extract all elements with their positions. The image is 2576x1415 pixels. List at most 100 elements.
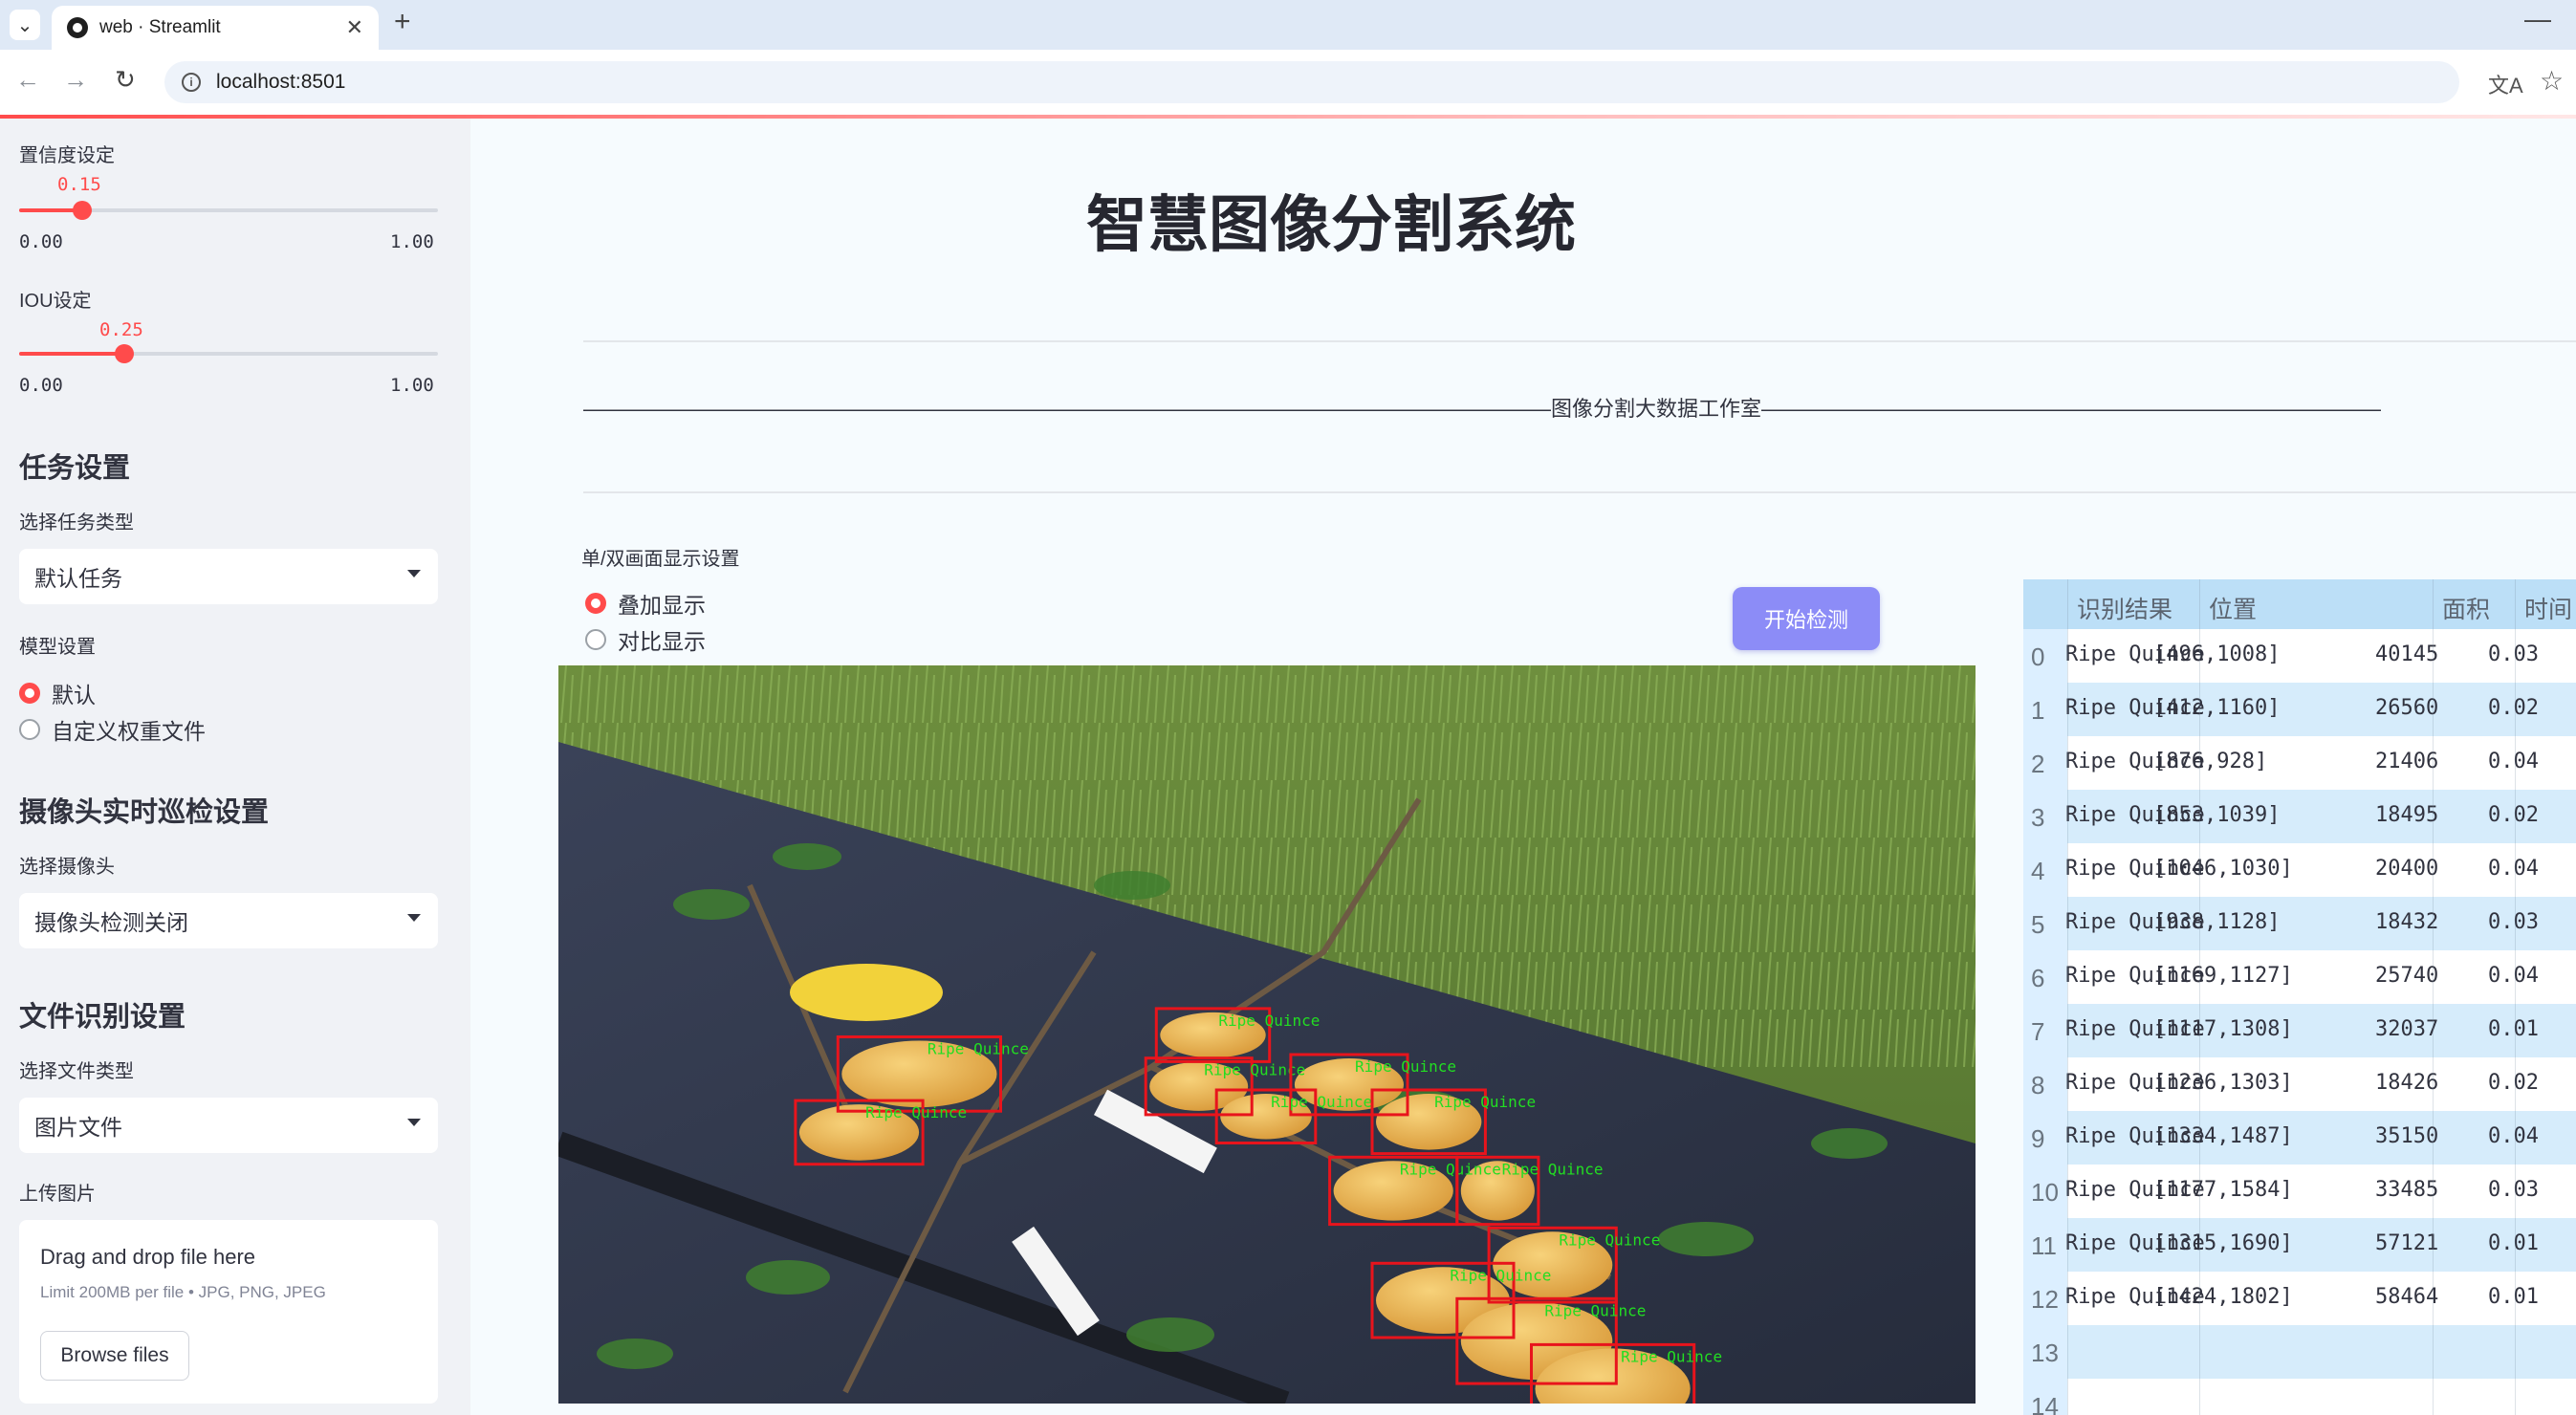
studio-banner: ————————————————————————————————————————… [583, 397, 2381, 421]
detection-label: Ripe Quince [1355, 1057, 1456, 1076]
table-row[interactable]: 4 Ripe Quince [1046,1030] 20400 0.04 [2023, 843, 2576, 897]
radio-selected-icon[interactable] [19, 683, 40, 704]
cell-time: 0.01 [2488, 1017, 2539, 1041]
new-tab-icon[interactable]: + [394, 6, 411, 38]
row-index: 12 [2023, 1272, 2067, 1325]
camera-select[interactable]: 摄像头检测关闭 [19, 893, 438, 948]
row-index: 11 [2023, 1218, 2067, 1272]
cell-area: 57121 [2375, 1231, 2439, 1255]
table-row[interactable]: 5 Ripe Quince [938,1128] 18432 0.03 [2023, 897, 2576, 950]
model-option-label: 默认 [52, 683, 96, 708]
detection-label: Ripe Quince [1502, 1160, 1604, 1178]
task-type-value: 默认任务 [34, 566, 122, 591]
window-minimize-icon[interactable]: — [2524, 4, 2551, 34]
table-row[interactable]: 9 Ripe Quince [1334,1487] 35150 0.04 [2023, 1111, 2576, 1165]
cell-area: 32037 [2375, 1017, 2439, 1041]
table-row[interactable]: 3 Ripe Quince [853,1039] 18495 0.02 [2023, 790, 2576, 843]
browser-tab[interactable]: web · Streamlit ✕ [52, 6, 379, 50]
tab-search-dropdown-icon[interactable]: ⌄ [10, 10, 40, 40]
confidence-slider-thumb[interactable] [73, 201, 92, 220]
confidence-min: 0.00 [19, 231, 63, 252]
cell-position: [496,1008] [2153, 642, 2281, 666]
cell-position: [853,1039] [2153, 803, 2281, 827]
start-detection-button[interactable]: 开始检测 [1733, 587, 1880, 650]
forward-icon[interactable]: → [63, 65, 88, 95]
table-row[interactable]: 14 [2023, 1379, 2576, 1415]
radio-unselected-icon[interactable] [585, 629, 606, 650]
detection-label: Ripe Quince [1544, 1301, 1646, 1319]
table-row[interactable]: 7 Ripe Quince [1117,1308] 32037 0.01 [2023, 1004, 2576, 1057]
cell-area: 35150 [2375, 1124, 2439, 1148]
table-row[interactable]: 12 Ripe Quince [1424,1802] 58464 0.01 [2023, 1272, 2576, 1325]
task-type-label: 选择任务类型 [19, 512, 134, 533]
column-divider [2199, 579, 2200, 1415]
confidence-value: 0.15 [57, 174, 101, 195]
radio-selected-icon[interactable] [585, 593, 606, 614]
table-row[interactable]: 0 Ripe Quince [496,1008] 40145 0.03 [2023, 629, 2576, 683]
model-radio-default[interactable]: 默认 [19, 677, 96, 709]
results-table[interactable]: 识别结果 位置 面积 时间 0 Ripe Quince [496,1008] 4014… [2023, 579, 2576, 1415]
model-radio-custom[interactable]: 自定义权重文件 [19, 713, 206, 746]
confidence-slider[interactable] [19, 201, 438, 220]
cell-position: [1236,1303] [2153, 1071, 2293, 1095]
row-index: 9 [2023, 1111, 2067, 1165]
file-type-label: 选择文件类型 [19, 1061, 134, 1082]
file-heading: 文件识别设置 [19, 1002, 186, 1033]
page-title: 智慧图像分割系统 [1086, 190, 1576, 259]
table-row[interactable]: 6 Ripe Quince [1169,1127] 25740 0.04 [2023, 950, 2576, 1004]
detection-label: Ripe Quince [1559, 1230, 1660, 1249]
column-divider [2433, 579, 2434, 1415]
photo-canvas: Ripe QuinceRipe QuinceRipe QuinceRipe Qu… [558, 665, 1976, 1404]
display-radio-compare[interactable]: 对比显示 [585, 623, 706, 656]
iou-slider[interactable] [19, 344, 438, 363]
url-bar[interactable]: i localhost:8501 [164, 61, 2459, 103]
task-type-select[interactable]: 默认任务 [19, 549, 438, 604]
detection-label: Ripe Quince [1218, 1012, 1320, 1030]
radio-unselected-icon[interactable] [19, 719, 40, 740]
table-row[interactable]: 11 Ripe Quince [1315,1690] 57121 0.01 [2023, 1218, 2576, 1272]
cell-time: 0.04 [2488, 964, 2539, 988]
file-dropzone[interactable]: Drag and drop file here Limit 200MB per … [19, 1220, 438, 1404]
detection-label: Ripe Quince [1400, 1160, 1501, 1178]
cell-area: 20400 [2375, 857, 2439, 881]
table-header: 识别结果 位置 面积 时间 [2023, 579, 2576, 629]
iou-label: IOU设定 [19, 291, 92, 312]
cell-area: 21406 [2375, 750, 2439, 773]
file-type-select[interactable]: 图片文件 [19, 1098, 438, 1153]
header-time[interactable]: 时间 [2524, 591, 2572, 625]
cell-time: 0.02 [2488, 1071, 2539, 1095]
browse-files-button[interactable]: Browse files [40, 1331, 189, 1381]
table-row[interactable]: 10 Ripe Quince [1177,1584] 33485 0.03 [2023, 1165, 2576, 1218]
quince-fruit [790, 964, 943, 1021]
translate-icon[interactable]: 文A [2488, 69, 2523, 99]
cell-time: 0.02 [2488, 696, 2539, 720]
reload-icon[interactable]: ↻ [115, 65, 136, 95]
iou-slider-thumb[interactable] [115, 344, 134, 363]
confidence-max: 1.00 [390, 231, 434, 252]
cell-time: 0.03 [2488, 642, 2539, 666]
table-row[interactable]: 13 [2023, 1325, 2576, 1379]
dropzone-title: Drag and drop file here [40, 1245, 256, 1269]
model-label: 模型设置 [19, 637, 96, 658]
header-result[interactable]: 识别结果 [2077, 591, 2172, 625]
upload-label: 上传图片 [19, 1184, 96, 1205]
detection-result-image: Ripe Quince Ripe Quince Ripe Quince Ripe Qu… [558, 665, 1976, 1404]
tab-close-icon[interactable]: ✕ [346, 15, 363, 40]
cell-area: 18426 [2375, 1071, 2439, 1095]
row-index: 8 [2023, 1057, 2067, 1111]
site-info-icon[interactable]: i [182, 73, 201, 92]
column-divider [2067, 579, 2068, 1415]
table-row[interactable]: 2 Ripe Quince [876,928] 21406 0.04 [2023, 736, 2576, 790]
detection-label: Ripe Quince [1450, 1266, 1551, 1284]
cell-time: 0.03 [2488, 1178, 2539, 1202]
display-radio-overlay[interactable]: 叠加显示 [585, 587, 706, 620]
header-position[interactable]: 位置 [2209, 591, 2257, 625]
table-row[interactable]: 8 Ripe Quince [1236,1303] 18426 0.02 [2023, 1057, 2576, 1111]
row-index: 13 [2023, 1325, 2067, 1379]
back-icon[interactable]: ← [15, 65, 40, 95]
cell-area: 25740 [2375, 964, 2439, 988]
table-row[interactable]: 1 Ripe Quince [412,1160] 26560 0.02 [2023, 683, 2576, 736]
header-area[interactable]: 面积 [2442, 591, 2490, 625]
address-bar-row: ← → ↻ i localhost:8501 文A ☆ [0, 50, 2576, 115]
bookmark-star-icon[interactable]: ☆ [2540, 65, 2564, 97]
